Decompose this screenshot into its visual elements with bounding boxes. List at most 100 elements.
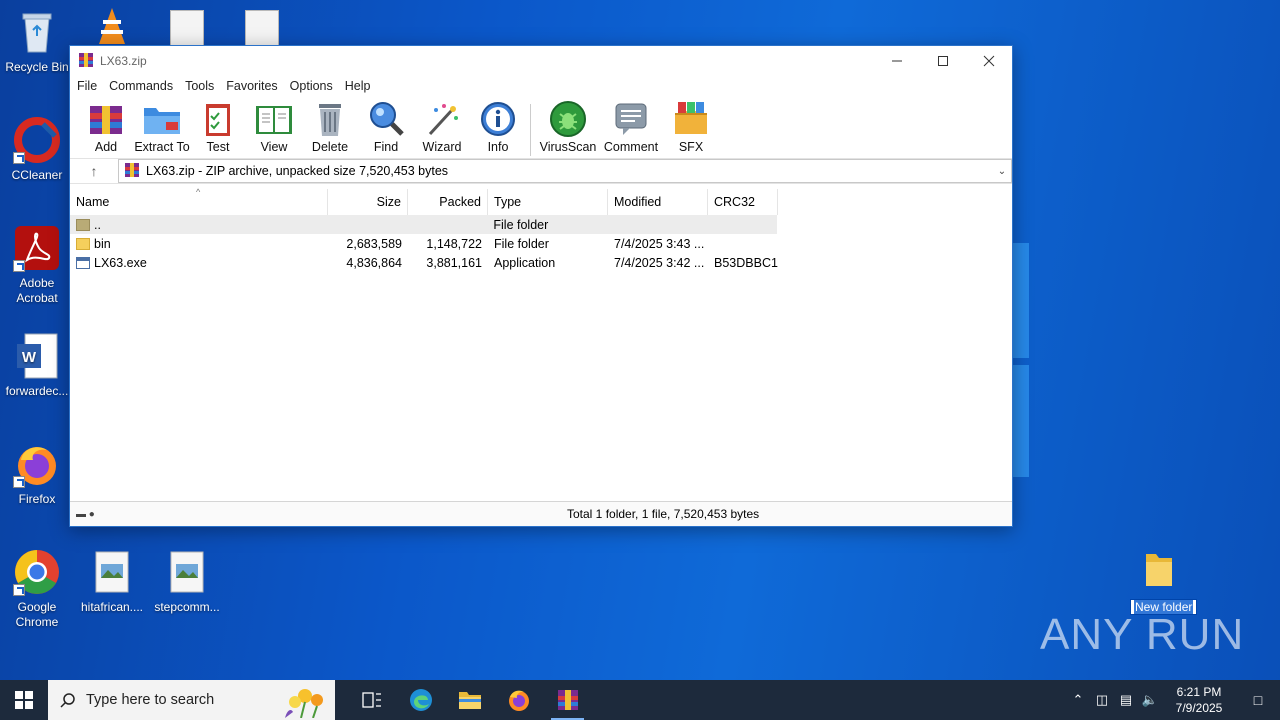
winrar-window[interactable]: LX63.zip File Commands Tools Favorites O… xyxy=(69,45,1013,527)
comment-button[interactable]: Comment xyxy=(601,100,661,154)
desktop-icon-google-chrome[interactable]: Google Chrome xyxy=(0,548,74,630)
find-label: Find xyxy=(373,140,399,154)
column-header-packed[interactable]: Packed xyxy=(408,189,488,215)
desktop-icon-ccleaner[interactable]: CCleaner xyxy=(0,116,74,183)
column-header-type[interactable]: Type xyxy=(488,189,608,215)
maximize-button[interactable] xyxy=(920,46,966,76)
toolbar: Add Extract To Test View Delete Find Wiz… xyxy=(70,96,1012,158)
comment-icon xyxy=(611,100,651,138)
find-button[interactable]: Find xyxy=(358,100,414,154)
winrar-icon xyxy=(557,690,578,710)
row-type: Application xyxy=(494,255,556,270)
clock[interactable]: 6:21 PM 7/9/2025 xyxy=(1162,684,1236,716)
minimize-button[interactable] xyxy=(874,46,920,76)
menu-options[interactable]: Options xyxy=(286,79,341,93)
desktop-icon-label: CCleaner xyxy=(11,168,63,182)
add-button[interactable]: Add xyxy=(78,100,134,154)
taskbar-edge[interactable] xyxy=(396,680,445,720)
adobe-acrobat-icon xyxy=(13,224,61,272)
test-label: Test xyxy=(206,140,230,154)
row-name: LX63.exe xyxy=(94,255,147,270)
taskbar-firefox[interactable] xyxy=(494,680,543,720)
notification-icon[interactable]: □ xyxy=(1236,692,1280,708)
virusscan-button[interactable]: VirusScan xyxy=(535,100,601,154)
chevron-down-icon[interactable]: ⌄ xyxy=(993,166,1011,177)
column-header-crc32[interactable]: CRC32 xyxy=(708,189,778,215)
delete-label: Delete xyxy=(311,140,349,154)
shortcut-arrow-icon xyxy=(13,584,25,596)
desktop-icon-label: stepcomm... xyxy=(154,600,220,614)
file-list: ^ Name Size Packed Type Modified CRC32 .… xyxy=(70,187,1012,501)
image-file-icon-partial[interactable] xyxy=(245,10,279,46)
shortcut-arrow-icon xyxy=(13,152,25,164)
desktop-icon-word-document[interactable]: W forwardec... xyxy=(0,332,74,399)
vlc-icon-partial[interactable] xyxy=(92,6,132,46)
new-folder-icon[interactable] xyxy=(1142,550,1176,590)
row-name-cell: .. xyxy=(70,218,328,232)
row-size: 4,836,864 xyxy=(346,255,402,270)
desktop-icon-recycle-bin[interactable]: Recycle Bin xyxy=(0,8,74,75)
taskbar-file-explorer[interactable] xyxy=(445,680,494,720)
column-header-size[interactable]: Size xyxy=(328,189,408,215)
title-bar[interactable]: LX63.zip xyxy=(70,46,1012,76)
start-button[interactable] xyxy=(0,680,48,720)
path-field[interactable]: LX63.zip - ZIP archive, unpacked size 7,… xyxy=(118,159,1012,183)
info-button[interactable]: Info xyxy=(470,100,526,154)
clock-date: 7/9/2025 xyxy=(1175,701,1223,715)
test-button[interactable]: Test xyxy=(190,100,246,154)
row-size: 2,683,589 xyxy=(346,236,402,251)
desktop-icon-label: Adobe Acrobat xyxy=(16,276,58,305)
menu-favorites[interactable]: Favorites xyxy=(222,79,285,93)
table-row[interactable]: bin 2,683,589 1,148,722 File folder 7/4/… xyxy=(70,234,1012,253)
delete-button[interactable]: Delete xyxy=(302,100,358,154)
volume-icon[interactable]: 🔈 xyxy=(1138,692,1162,708)
table-row[interactable]: LX63.exe 4,836,864 3,881,161 Application… xyxy=(70,253,1012,272)
window-title: LX63.zip xyxy=(100,54,147,68)
desktop-light-ray xyxy=(1013,243,1029,358)
extract-to-button[interactable]: Extract To xyxy=(134,100,190,154)
row-type: File folder xyxy=(493,217,549,232)
find-magnifier-icon xyxy=(366,100,406,138)
desktop-icon-firefox[interactable]: Firefox xyxy=(0,440,74,507)
menu-commands[interactable]: Commands xyxy=(105,79,181,93)
taskbar-search-box[interactable]: Type here to search xyxy=(48,680,335,720)
row-modified: 7/4/2025 3:42 ... xyxy=(614,255,705,270)
sfx-button[interactable]: SFX xyxy=(661,100,721,154)
task-view-button[interactable] xyxy=(347,680,396,720)
desktop-icon-label: forwardec... xyxy=(5,384,69,398)
column-header-modified[interactable]: Modified xyxy=(608,189,708,215)
sfx-box-icon xyxy=(671,100,711,138)
network-icon[interactable]: ▤ xyxy=(1114,692,1138,708)
path-text: LX63.zip - ZIP archive, unpacked size 7,… xyxy=(146,164,449,178)
chevron-up-icon[interactable]: ⌃ xyxy=(1066,692,1090,708)
menu-help[interactable]: Help xyxy=(341,79,379,93)
wizard-button[interactable]: Wizard xyxy=(414,100,470,154)
taskbar-winrar[interactable] xyxy=(543,680,592,720)
close-button[interactable] xyxy=(966,46,1012,76)
comment-label: Comment xyxy=(603,140,659,154)
winrar-app-icon xyxy=(78,52,94,71)
menu-tools[interactable]: Tools xyxy=(181,79,222,93)
image-file-icon xyxy=(88,548,136,596)
test-clipboard-icon xyxy=(198,100,238,138)
desktop-icon-image-file[interactable]: hitafrican.... xyxy=(75,548,149,615)
add-label: Add xyxy=(94,140,118,154)
application-icon xyxy=(76,256,90,269)
search-placeholder: Type here to search xyxy=(86,692,215,708)
desktop-icon-adobe-acrobat[interactable]: Adobe Acrobat xyxy=(0,224,74,306)
row-name: bin xyxy=(94,236,111,251)
wizard-wand-icon xyxy=(422,100,462,138)
up-arrow-icon[interactable]: ↑ xyxy=(70,163,118,179)
view-button[interactable]: View xyxy=(246,100,302,154)
info-icon xyxy=(478,100,518,138)
desktop-icon-image-file[interactable]: stepcomm... xyxy=(150,548,224,615)
taskbar-app-tray-icon[interactable]: ◫ xyxy=(1090,692,1114,708)
drive-icons[interactable]: ▬ ● xyxy=(70,509,130,520)
taskbar: Type here to search ⌃ ◫ ▤ 🔈 6:21 PM 7/9/… xyxy=(0,680,1280,720)
desktop-icon-label: hitafrican.... xyxy=(80,600,144,614)
table-row[interactable]: .. File folder xyxy=(70,215,777,234)
shortcut-arrow-icon xyxy=(13,476,25,488)
image-file-icon-partial[interactable] xyxy=(170,10,204,46)
row-name-cell: bin xyxy=(70,237,328,251)
menu-file[interactable]: File xyxy=(73,79,105,93)
